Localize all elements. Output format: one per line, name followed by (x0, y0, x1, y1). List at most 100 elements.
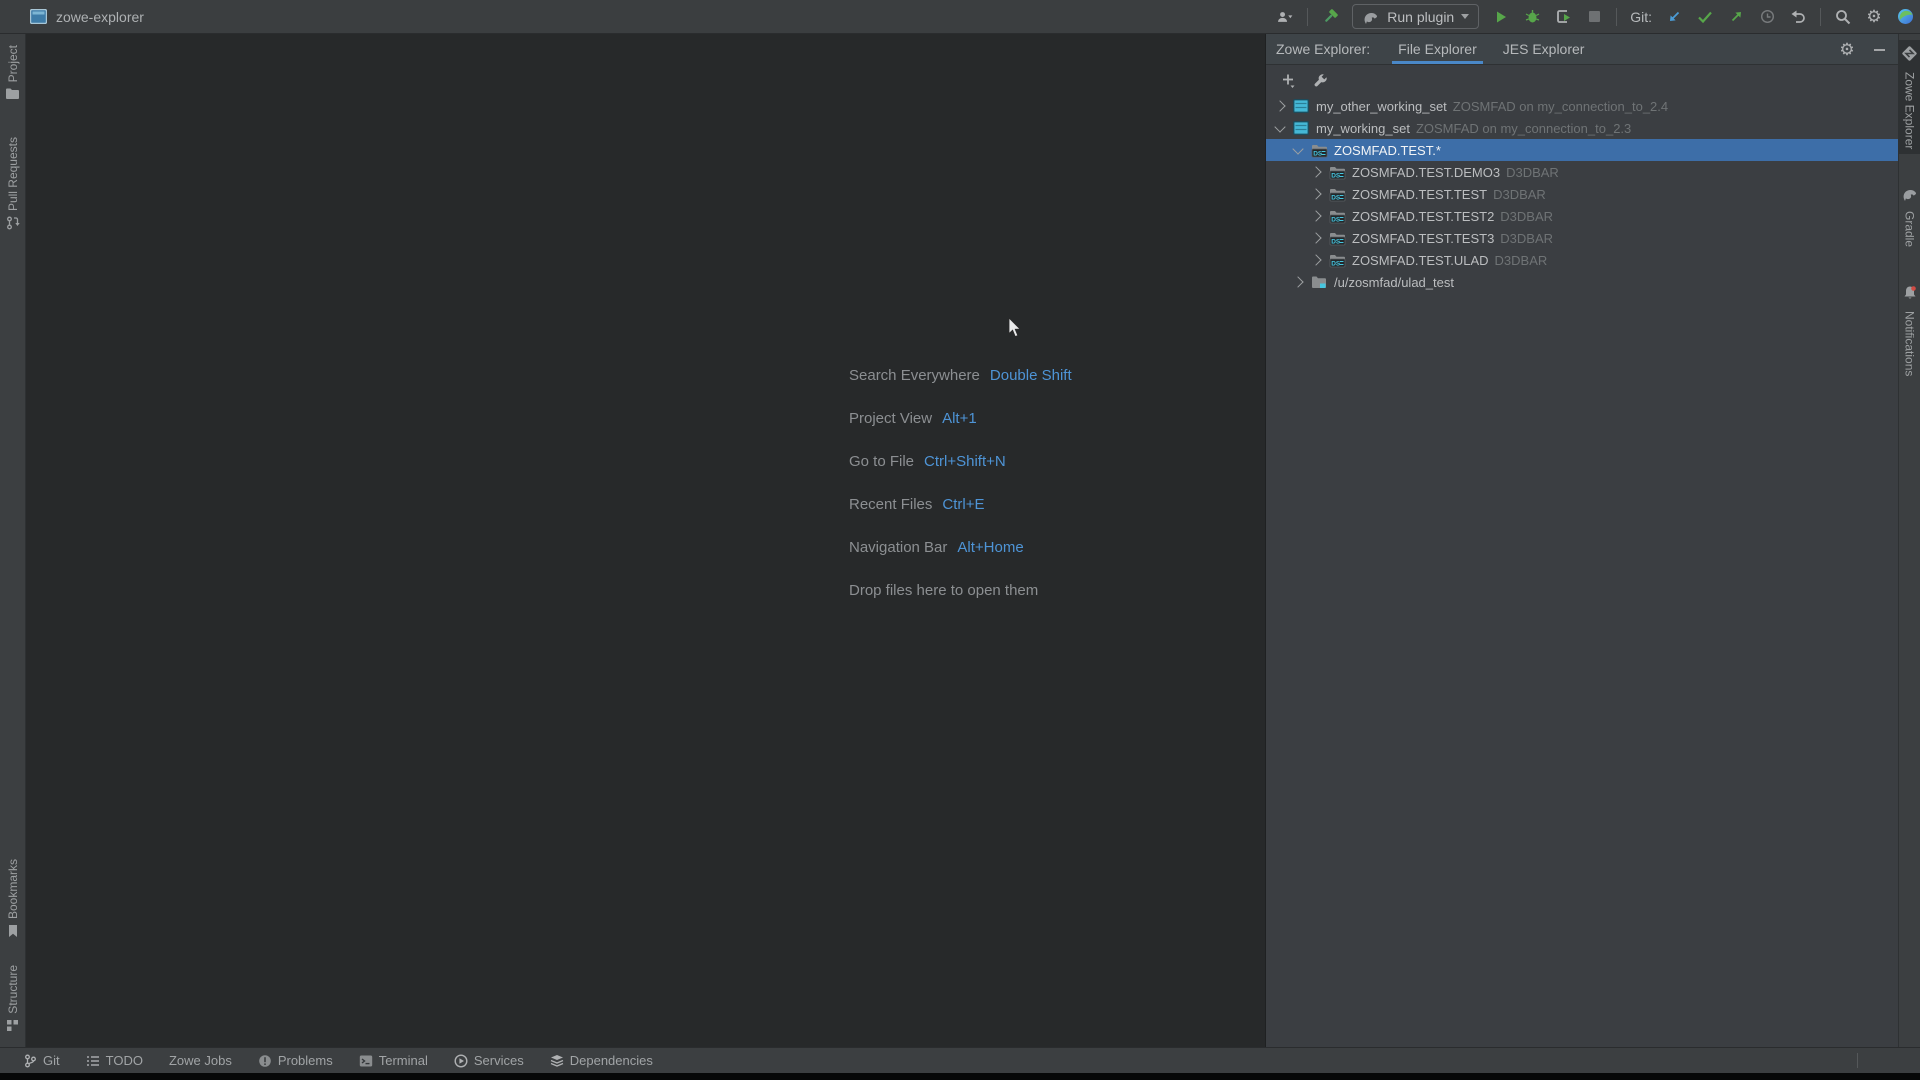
tree-row[interactable]: DSZOSMFAD.TEST.TESTD3DBAR (1266, 183, 1898, 205)
statusbar-item-label: Problems (278, 1053, 333, 1068)
app-window-icon (30, 9, 47, 24)
svg-text:DS: DS (1331, 194, 1341, 201)
shortcut-action-label: Project View (849, 410, 932, 427)
dataset-icon: DS (1311, 143, 1328, 158)
shortcut-keys: Double Shift (990, 367, 1072, 384)
tree-row[interactable]: my_other_working_setZOSMFAD on my_connec… (1266, 95, 1898, 117)
shortcut-hint-row: Drop files here to open them (849, 582, 1072, 625)
gradle-icon (1362, 8, 1380, 26)
stripe-item-zowe-explorer[interactable]: Zowe Explorer (1899, 40, 1920, 154)
statusbar-item-services[interactable]: Services (454, 1053, 524, 1068)
statusbar-item-zowe-jobs[interactable]: Zowe Jobs (169, 1053, 232, 1068)
stripe-item-notifications[interactable]: Notifications (1899, 280, 1920, 381)
statusbar-item-git[interactable]: Git (24, 1053, 60, 1068)
left-stripe-bottom-group: Bookmarks Structure (0, 854, 25, 1048)
stripe-item-bookmarks[interactable]: Bookmarks (0, 854, 25, 948)
tree-item-detail: D3DBAR (1506, 165, 1559, 180)
tab-jes-explorer[interactable]: JES Explorer (1497, 34, 1591, 64)
shortcut-keys: Alt+1 (942, 410, 977, 427)
left-stripe-top-group: Project Pull Requests (0, 34, 25, 240)
toolbar-separator (1307, 8, 1308, 26)
project-folder-icon (5, 87, 20, 105)
stripe-item-pull-requests[interactable]: Pull Requests (0, 132, 25, 240)
debug-icon[interactable] (1523, 8, 1541, 26)
run-configuration-select[interactable]: Run plugin (1352, 4, 1479, 29)
chevron-down-icon[interactable] (1292, 143, 1303, 154)
tree-item-name: ZOSMFAD.TEST.TEST (1352, 187, 1487, 202)
dataset-icon: DS (1329, 253, 1346, 268)
toolbar-separator (1616, 8, 1617, 26)
statusbar-item-problems[interactable]: Problems (258, 1053, 333, 1068)
statusbar-item-label: Git (43, 1053, 60, 1068)
chevron-right-icon[interactable] (1274, 100, 1285, 111)
tree-row[interactable]: my_working_setZOSMFAD on my_connection_t… (1266, 117, 1898, 139)
chevron-down-icon[interactable] (1274, 121, 1285, 132)
tab-file-explorer[interactable]: File Explorer (1392, 34, 1483, 64)
statusbar-item-label: Terminal (379, 1053, 428, 1068)
run-with-coverage-icon[interactable] (1554, 8, 1572, 26)
tool-window-tabs: File Explorer JES Explorer (1392, 34, 1604, 64)
tree-row[interactable]: DSZOSMFAD.TEST.TEST3D3DBAR (1266, 227, 1898, 249)
shortcut-hint-row: Navigation BarAlt+Home (849, 539, 1072, 582)
stripe-item-structure[interactable]: Structure (0, 960, 25, 1042)
shortcut-hint-row: Recent Files Ctrl+E (849, 496, 1072, 539)
folder-icon (1311, 275, 1328, 290)
settings-icon[interactable]: ⚙ (1865, 8, 1883, 26)
shortcut-keys: Ctrl+E (942, 496, 984, 513)
chevron-right-icon[interactable] (1310, 232, 1321, 243)
stripe-item-gradle[interactable]: Gradle (1899, 182, 1920, 252)
window-title: zowe-explorer (56, 9, 144, 25)
rollback-icon[interactable] (1789, 8, 1807, 26)
git-update-icon[interactable] (1665, 8, 1683, 26)
shortcut-keys: Ctrl+Shift+N (924, 453, 1006, 470)
tree-row[interactable]: DSZOSMFAD.TEST.ULADD3DBAR (1266, 249, 1898, 271)
svg-text:DS: DS (1331, 216, 1341, 223)
stripe-item-label: Notifications (1903, 311, 1917, 376)
hide-icon[interactable] (1870, 40, 1888, 58)
tree-item-name: my_other_working_set (1316, 99, 1447, 114)
tree-item-name: /u/zosmfad/ulad_test (1334, 275, 1454, 290)
statusbar-item-dependencies[interactable]: Dependencies (550, 1053, 653, 1068)
toolbar-separator (1820, 8, 1821, 26)
git-push-icon[interactable] (1727, 8, 1745, 26)
right-stripe-group: Zowe Explorer Gradle Notifications (1899, 34, 1920, 382)
shortcut-hint-row: Project View Alt+1 (849, 410, 1072, 453)
tree-row[interactable]: DSZOSMFAD.TEST.* (1266, 139, 1898, 161)
tree-row[interactable]: /u/zosmfad/ulad_test (1266, 271, 1898, 293)
user-dropdown-icon[interactable] (1276, 8, 1294, 26)
build-hammer-icon[interactable] (1321, 8, 1339, 26)
tool-window-actions: ⚙ (1838, 40, 1888, 58)
chevron-right-icon[interactable] (1310, 210, 1321, 221)
search-everywhere-icon[interactable] (1834, 8, 1852, 26)
tree-row[interactable]: DSZOSMFAD.TEST.TEST2D3DBAR (1266, 205, 1898, 227)
edit-working-sets-button[interactable] (1311, 71, 1329, 89)
svg-text:DS: DS (1331, 238, 1341, 245)
status-bar: Git TODO Zowe Jobs Problems Terminal Services… (0, 1047, 1920, 1073)
run-icon[interactable] (1492, 8, 1510, 26)
tree-row[interactable]: DSZOSMFAD.TEST.DEMO3D3DBAR (1266, 161, 1898, 183)
settings-icon[interactable]: ⚙ (1838, 40, 1856, 58)
chevron-right-icon[interactable] (1310, 254, 1321, 265)
code-with-me-icon[interactable] (1896, 8, 1914, 26)
statusbar-item-terminal[interactable]: Terminal (359, 1053, 428, 1068)
dataset-icon: DS (1329, 209, 1346, 224)
shortcut-action-label: Drop files here to open them (849, 582, 1038, 599)
shortcut-action-label: Recent Files (849, 496, 932, 513)
tree-item-name: ZOSMFAD.TEST.TEST3 (1352, 231, 1494, 246)
git-commit-icon[interactable] (1696, 8, 1714, 26)
chevron-right-icon[interactable] (1310, 188, 1321, 199)
statusbar-item-todo[interactable]: TODO (86, 1053, 143, 1068)
shortcut-action-label: Search Everywhere (849, 367, 980, 384)
history-icon[interactable] (1758, 8, 1776, 26)
chevron-right-icon[interactable] (1292, 276, 1303, 287)
stripe-item-project[interactable]: Project (0, 40, 25, 110)
bookmarks-icon (7, 924, 19, 943)
workspace: ProjectPull Requests BookmarksStructure … (0, 34, 1920, 1048)
add-button[interactable] (1279, 71, 1297, 89)
stripe-item-label: Project (6, 45, 20, 82)
stop-icon[interactable] (1585, 8, 1603, 26)
working-set-icon (1293, 99, 1310, 114)
tree-item-name: ZOSMFAD.TEST.DEMO3 (1352, 165, 1500, 180)
gradle-icon (1901, 187, 1919, 206)
chevron-right-icon[interactable] (1310, 166, 1321, 177)
